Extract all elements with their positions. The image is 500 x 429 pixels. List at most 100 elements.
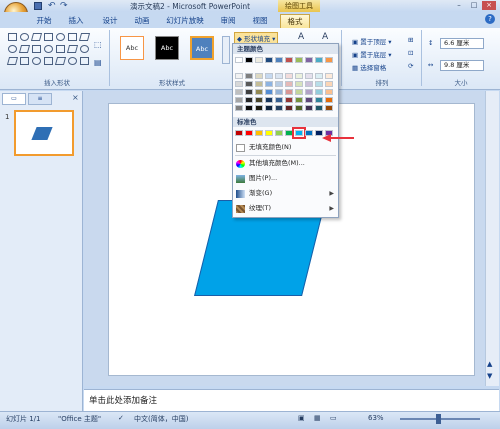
theme-color-swatch[interactable] <box>285 89 293 95</box>
theme-color-swatch[interactable] <box>265 57 273 63</box>
gradient-item[interactable]: 渐变(G) ▶ <box>233 188 338 199</box>
standard-color-swatch[interactable] <box>255 130 263 136</box>
theme-color-swatch[interactable] <box>305 89 313 95</box>
theme-color-swatch[interactable] <box>265 89 273 95</box>
theme-color-swatch[interactable] <box>315 73 323 79</box>
tab-animation[interactable]: 动画 <box>128 14 156 28</box>
theme-color-swatch[interactable] <box>325 73 333 79</box>
close-icon[interactable]: × <box>482 1 496 10</box>
theme-color-swatch[interactable] <box>235 73 243 79</box>
height-field[interactable]: 6.6 厘米 <box>440 38 484 49</box>
standard-color-swatch[interactable] <box>245 130 253 136</box>
theme-color-swatch[interactable] <box>305 73 313 79</box>
theme-color-swatch[interactable] <box>235 81 243 87</box>
shape-gallery-icon[interactable] <box>80 45 89 53</box>
shape-gallery-icon[interactable] <box>56 45 65 53</box>
theme-color-swatch[interactable] <box>275 81 283 87</box>
more-colors-item[interactable]: 其他填充颜色(M)... <box>233 158 338 169</box>
theme-color-swatch[interactable] <box>275 73 283 79</box>
help-icon[interactable]: ? <box>485 14 495 24</box>
group-icon[interactable]: ⊡ <box>408 49 413 57</box>
maximize-icon[interactable]: □ <box>467 1 481 10</box>
tab-design[interactable]: 设计 <box>96 14 124 28</box>
theme-color-swatch[interactable] <box>285 97 293 103</box>
theme-color-swatch[interactable] <box>305 97 313 103</box>
shape-gallery-icon[interactable] <box>44 33 53 41</box>
zoom-slider-thumb[interactable] <box>436 414 441 424</box>
view-normal-icon[interactable]: ▣ <box>298 414 305 422</box>
edit-shape-icon[interactable]: ⬚ <box>94 40 102 49</box>
theme-color-swatch[interactable] <box>285 105 293 111</box>
theme-color-swatch[interactable] <box>265 73 273 79</box>
theme-color-swatch[interactable] <box>245 97 253 103</box>
theme-color-swatch[interactable] <box>305 105 313 111</box>
theme-color-swatch[interactable] <box>305 81 313 87</box>
theme-color-swatch[interactable] <box>275 97 283 103</box>
style-sample-2[interactable]: Abc <box>155 36 179 60</box>
theme-color-swatch[interactable] <box>245 57 253 63</box>
view-slideshow-icon[interactable]: ▭ <box>330 414 337 422</box>
theme-color-swatch[interactable] <box>325 105 333 111</box>
theme-color-swatch[interactable] <box>245 89 253 95</box>
quick-styles-icon[interactable]: A <box>298 32 304 42</box>
theme-color-swatch[interactable] <box>255 89 263 95</box>
tab-review[interactable]: 审阅 <box>214 14 242 28</box>
theme-color-swatch[interactable] <box>285 73 293 79</box>
textbox-icon[interactable]: ▤ <box>94 58 102 67</box>
slide-thumbnail[interactable] <box>14 110 74 156</box>
tab-home[interactable]: 开始 <box>30 14 58 28</box>
standard-color-swatch[interactable] <box>265 130 273 136</box>
theme-color-swatch[interactable] <box>255 73 263 79</box>
theme-color-swatch[interactable] <box>285 81 293 87</box>
width-field[interactable]: 9.8 厘米 <box>440 60 484 71</box>
theme-color-swatch[interactable] <box>295 81 303 87</box>
theme-color-swatch[interactable] <box>255 105 263 111</box>
tab-outline[interactable]: ≡ <box>28 93 52 105</box>
undo-icon[interactable]: ↶ <box>48 1 56 11</box>
theme-color-swatch[interactable] <box>255 81 263 87</box>
theme-color-swatch[interactable] <box>315 105 323 111</box>
zoom-level[interactable]: 63% <box>368 414 384 422</box>
theme-color-swatch[interactable] <box>295 89 303 95</box>
theme-color-swatch[interactable] <box>235 97 243 103</box>
theme-color-swatch[interactable] <box>255 57 263 63</box>
theme-color-swatch[interactable] <box>305 57 313 63</box>
tab-slideshow[interactable]: 幻灯片放映 <box>160 14 210 28</box>
standard-color-swatch[interactable] <box>305 130 313 136</box>
shape-gallery-icon[interactable] <box>68 57 77 65</box>
theme-color-swatch[interactable] <box>315 89 323 95</box>
standard-color-swatch[interactable] <box>275 130 283 136</box>
theme-color-swatch[interactable] <box>265 105 273 111</box>
theme-color-swatch[interactable] <box>275 89 283 95</box>
theme-color-swatch[interactable] <box>295 105 303 111</box>
theme-color-swatch[interactable] <box>325 57 333 63</box>
theme-color-swatch[interactable] <box>265 81 273 87</box>
picture-item[interactable]: 图片(P)... <box>233 173 338 184</box>
scroll-up-icon[interactable]: ▲ <box>487 360 492 368</box>
theme-color-swatch[interactable] <box>235 57 243 63</box>
style-sample-1[interactable]: Abc <box>120 36 144 60</box>
shape-gallery-icon[interactable] <box>44 45 53 53</box>
theme-color-swatch[interactable] <box>245 73 253 79</box>
tab-format[interactable]: 格式 <box>280 14 310 28</box>
redo-icon[interactable]: ↷ <box>60 1 68 11</box>
rotate-icon[interactable]: ⟳ <box>408 62 413 70</box>
theme-color-swatch[interactable] <box>295 73 303 79</box>
align-icon[interactable]: ⊞ <box>408 36 413 44</box>
tab-insert[interactable]: 插入 <box>62 14 90 28</box>
shape-gallery-icon[interactable] <box>56 33 65 41</box>
theme-color-swatch[interactable] <box>275 105 283 111</box>
shape-gallery-icon[interactable] <box>32 57 41 65</box>
theme-color-swatch[interactable] <box>255 97 263 103</box>
theme-color-swatch[interactable] <box>285 57 293 63</box>
theme-color-swatch[interactable] <box>325 97 333 103</box>
theme-color-swatch[interactable] <box>245 105 253 111</box>
shape-gallery-icon[interactable] <box>68 33 77 41</box>
view-sorter-icon[interactable]: ▦ <box>314 414 321 422</box>
theme-color-swatch[interactable] <box>235 89 243 95</box>
send-to-back-button[interactable]: ▣ 置于底层 ▾ <box>352 49 392 59</box>
standard-color-swatch[interactable] <box>285 130 293 136</box>
theme-color-swatch[interactable] <box>265 97 273 103</box>
text-fill-icon[interactable]: A <box>322 32 328 42</box>
theme-color-swatch[interactable] <box>315 81 323 87</box>
